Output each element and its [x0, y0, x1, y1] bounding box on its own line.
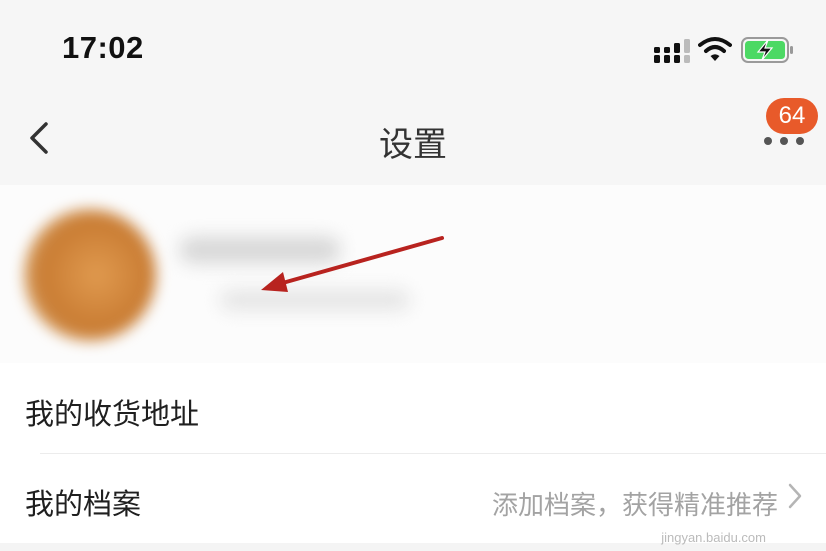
- status-time: 17:02: [62, 30, 144, 65]
- more-dots-icon: [764, 137, 772, 145]
- battery-charging-icon: [741, 37, 793, 63]
- avatar: [24, 209, 156, 341]
- notification-badge: 64: [766, 98, 818, 134]
- status-bar: 17:02: [0, 0, 826, 95]
- annotation-arrow-icon: [261, 236, 444, 292]
- list-item-label: 我的档案: [25, 487, 142, 521]
- page-title: 设置: [379, 125, 447, 165]
- list-item-shipping-address[interactable]: 我的收货地址: [0, 363, 826, 453]
- more-dot: [796, 137, 804, 145]
- settings-list: 我的收货地址 我的档案 添加档案，获得精准推荐: [0, 363, 826, 543]
- watermark: jingyan.baidu.com: [661, 530, 766, 545]
- chevron-right-icon: [788, 483, 802, 509]
- list-item-label: 我的收货地址: [25, 397, 200, 431]
- more-dot: [780, 137, 788, 145]
- list-item-hint: 添加档案，获得精准推荐: [491, 491, 778, 521]
- wifi-icon: [698, 37, 732, 61]
- cellular-signal-icon: [654, 39, 690, 63]
- navigation-bar: 设置: [0, 95, 826, 185]
